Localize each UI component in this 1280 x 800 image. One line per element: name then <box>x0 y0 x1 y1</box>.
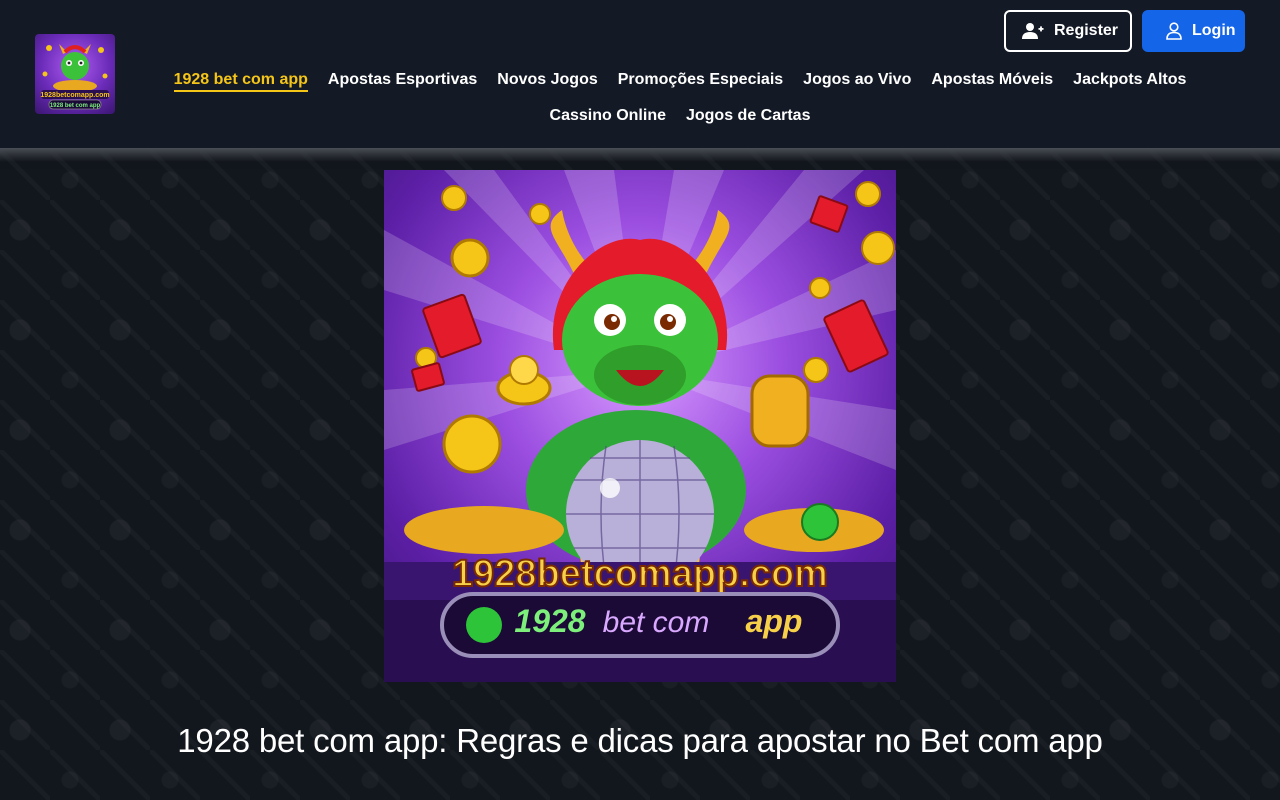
banner-bet-text: bet com <box>603 606 710 639</box>
main-nav: 1928 bet com app Apostas Esportivas Novo… <box>150 68 1210 128</box>
dragon-logo-icon: 1928betcomapp.com 1928 bet com app <box>40 44 110 110</box>
register-button[interactable]: Register <box>1004 10 1132 52</box>
banner-app-text: app <box>746 603 803 639</box>
logo-brand-text: 1928 bet com app <box>50 103 101 109</box>
user-icon <box>1166 22 1182 40</box>
register-label: Register <box>1054 22 1119 39</box>
nav-item-jackpots-altos[interactable]: Jackpots Altos <box>1063 68 1196 92</box>
logo-domain-text: 1928betcomapp.com <box>40 92 109 99</box>
nav-item-apostas-moveis[interactable]: Apostas Móveis <box>921 68 1063 92</box>
site-header: 1928betcomapp.com 1928 bet com app Regis… <box>0 0 1280 162</box>
nav-item-apostas-esportivas[interactable]: Apostas Esportivas <box>318 68 487 92</box>
nav-item-jogos-ao-vivo[interactable]: Jogos ao Vivo <box>793 68 921 92</box>
banner-number-text: 1928 <box>514 603 585 639</box>
login-button[interactable]: Login <box>1142 10 1245 52</box>
nav-item-novos-jogos[interactable]: Novos Jogos <box>487 68 607 92</box>
auth-buttons: Register Login <box>1004 10 1245 52</box>
site-logo[interactable]: 1928betcomapp.com 1928 bet com app <box>35 34 115 114</box>
nav-item-cassino-online[interactable]: Cassino Online <box>540 104 676 128</box>
nav-item-promocoes-especiais[interactable]: Promoções Especiais <box>608 68 793 92</box>
banner-domain-text: 1928betcomapp.com <box>452 553 828 595</box>
nav-item-label: 1928 bet com app <box>173 71 308 92</box>
nav-item-jogos-de-cartas[interactable]: Jogos de Cartas <box>676 104 820 128</box>
article-title: 1928 bet com app: Regras e dicas para ap… <box>177 722 1103 759</box>
nav-item-1928-bet-com-app[interactable]: 1928 bet com app <box>164 68 318 92</box>
user-plus-icon <box>1022 23 1044 39</box>
login-label: Login <box>1192 22 1236 39</box>
hero-banner-image: 1928betcomapp.com 1928 bet com app <box>384 170 896 682</box>
